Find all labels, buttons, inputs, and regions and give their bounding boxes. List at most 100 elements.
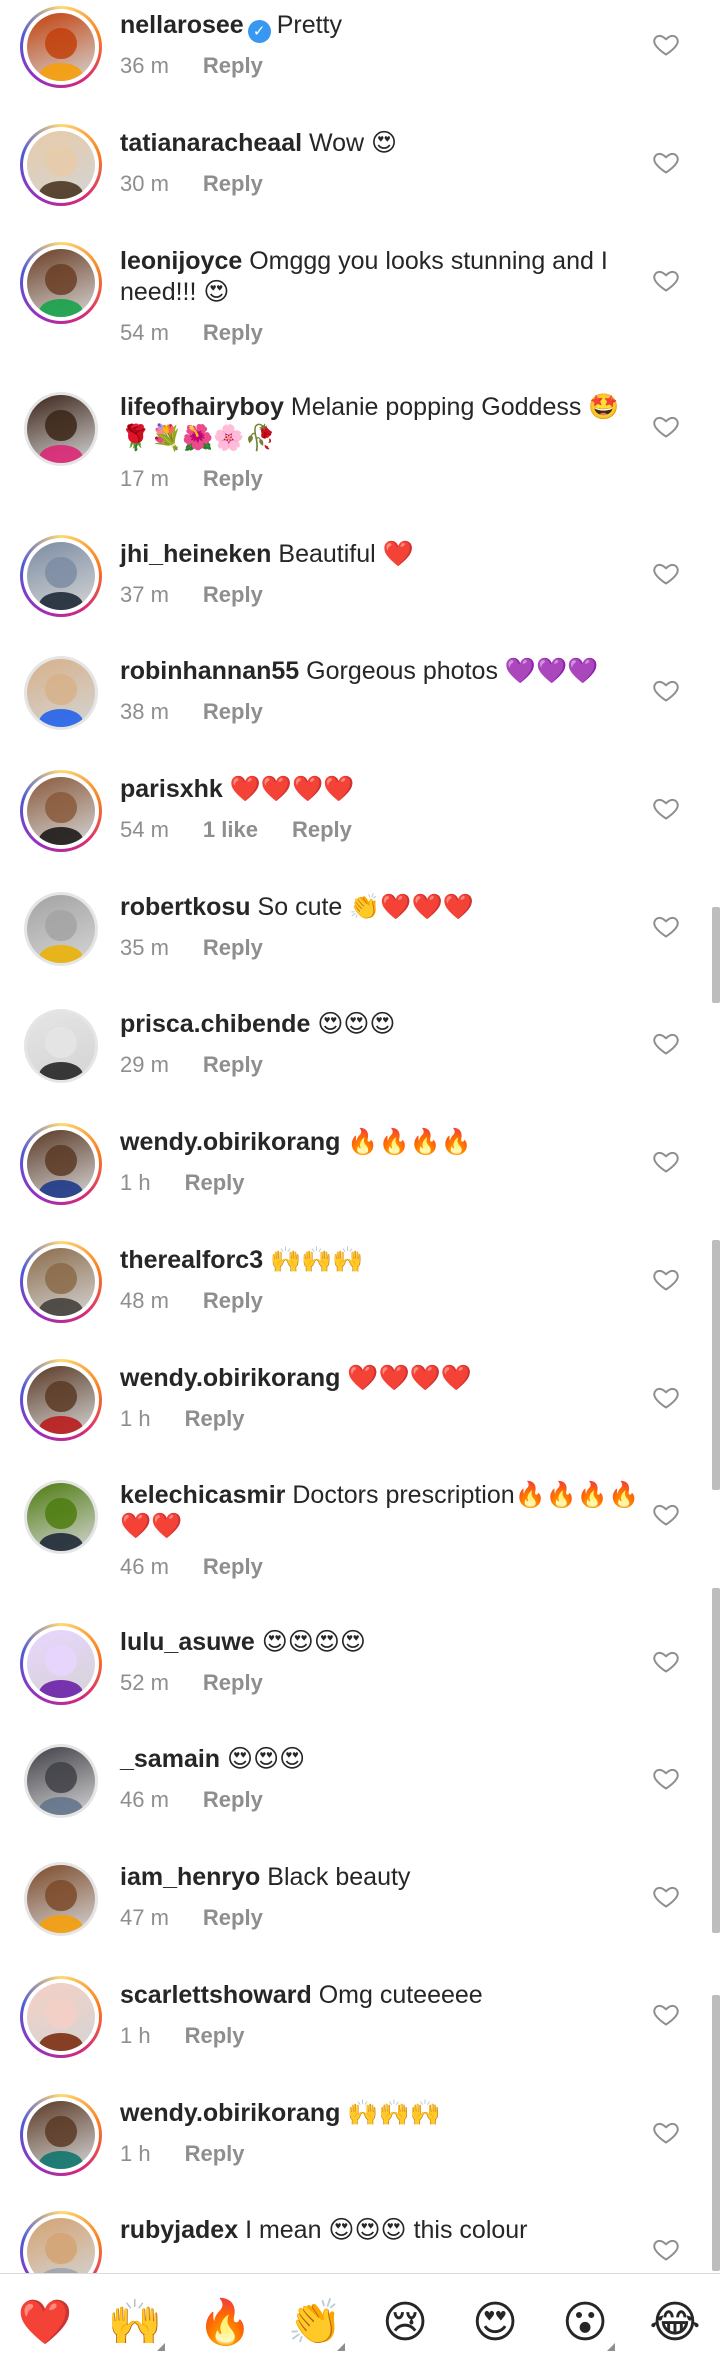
comment-like-count[interactable]: 1 like xyxy=(203,817,258,843)
reply-button[interactable]: Reply xyxy=(203,466,263,492)
reply-button[interactable]: Reply xyxy=(203,1288,263,1314)
like-heart-icon[interactable] xyxy=(652,1500,680,1528)
avatar[interactable] xyxy=(27,249,95,317)
like-heart-icon[interactable] xyxy=(652,1764,680,1792)
reply-button[interactable]: Reply xyxy=(203,1554,263,1580)
avatar-story-ring[interactable] xyxy=(20,1976,102,2058)
avatar[interactable] xyxy=(27,1630,95,1698)
reply-button[interactable]: Reply xyxy=(203,699,263,725)
avatar[interactable] xyxy=(27,895,95,963)
avatar-frame[interactable] xyxy=(20,1476,102,1558)
avatar-frame[interactable] xyxy=(20,652,102,734)
comment-username[interactable]: parisxhk xyxy=(120,775,223,803)
like-heart-icon[interactable] xyxy=(652,1882,680,1910)
like-heart-icon[interactable] xyxy=(652,1383,680,1411)
comment-username[interactable]: nellarosee xyxy=(120,11,244,39)
comment-username[interactable]: lifeofhairyboy xyxy=(120,393,284,421)
reply-button[interactable]: Reply xyxy=(185,2023,245,2049)
comment-username[interactable]: leonijoyce xyxy=(120,247,242,275)
comment-username[interactable]: jhi_heineken xyxy=(120,540,271,568)
comment-username[interactable]: therealforc3 xyxy=(120,1246,263,1274)
avatar-frame[interactable] xyxy=(20,388,102,470)
comment-username[interactable]: lulu_asuwe xyxy=(120,1628,255,1656)
reply-button[interactable]: Reply xyxy=(203,53,263,79)
comment-username[interactable]: kelechicasmir xyxy=(120,1481,285,1509)
like-heart-icon[interactable] xyxy=(652,1029,680,1057)
avatar-story-ring[interactable] xyxy=(20,1623,102,1705)
avatar[interactable] xyxy=(27,542,95,610)
reply-button[interactable]: Reply xyxy=(203,1905,263,1931)
reply-button[interactable]: Reply xyxy=(185,1170,245,1196)
comment-username[interactable]: iam_henryo xyxy=(120,1863,260,1891)
avatar-story-ring[interactable] xyxy=(20,535,102,617)
like-heart-icon[interactable] xyxy=(652,2000,680,2028)
avatar-story-ring[interactable] xyxy=(20,1241,102,1323)
avatar[interactable] xyxy=(27,13,95,81)
reply-button[interactable]: Reply xyxy=(203,935,263,961)
scrollbar-segment[interactable] xyxy=(712,1995,720,2271)
comment-username[interactable]: prisca.chibende xyxy=(120,1010,310,1038)
avatar-frame[interactable] xyxy=(20,1858,102,1940)
avatar-story-ring[interactable] xyxy=(20,242,102,324)
like-heart-icon[interactable] xyxy=(652,1147,680,1175)
reply-button[interactable]: Reply xyxy=(185,2141,245,2167)
reaction-crying-face-button[interactable]: 😢 xyxy=(375,2297,435,2349)
reply-button[interactable]: Reply xyxy=(203,1787,263,1813)
avatar[interactable] xyxy=(27,395,95,463)
like-heart-icon[interactable] xyxy=(652,794,680,822)
comment-username[interactable]: robertkosu xyxy=(120,893,251,921)
comment-username[interactable]: rubyjadex xyxy=(120,2216,238,2244)
like-heart-icon[interactable] xyxy=(652,30,680,58)
avatar[interactable] xyxy=(27,1130,95,1198)
avatar-story-ring[interactable] xyxy=(20,1359,102,1441)
comment-username[interactable]: tatianaracheaal xyxy=(120,129,302,157)
like-heart-icon[interactable] xyxy=(652,2235,680,2263)
avatar[interactable] xyxy=(27,2101,95,2169)
like-heart-icon[interactable] xyxy=(652,912,680,940)
avatar-frame[interactable] xyxy=(20,1740,102,1822)
comment-username[interactable]: robinhannan55 xyxy=(120,657,299,685)
like-heart-icon[interactable] xyxy=(652,1265,680,1293)
reaction-open-mouth-button[interactable]: 😮 xyxy=(555,2297,615,2351)
comment-username[interactable]: _samain xyxy=(120,1745,220,1773)
scrollbar-segment[interactable] xyxy=(712,1588,720,1933)
avatar-story-ring[interactable] xyxy=(20,1123,102,1205)
avatar-story-ring[interactable] xyxy=(20,6,102,88)
avatar[interactable] xyxy=(27,777,95,845)
avatar[interactable] xyxy=(27,131,95,199)
like-heart-icon[interactable] xyxy=(652,412,680,440)
avatar-story-ring[interactable] xyxy=(20,770,102,852)
avatar-story-ring[interactable] xyxy=(20,124,102,206)
avatar[interactable] xyxy=(27,1012,95,1080)
avatar[interactable] xyxy=(27,1747,95,1815)
reply-button[interactable]: Reply xyxy=(292,817,352,843)
avatar-frame[interactable] xyxy=(20,888,102,970)
reply-button[interactable]: Reply xyxy=(185,1406,245,1432)
like-heart-icon[interactable] xyxy=(652,148,680,176)
avatar[interactable] xyxy=(27,1865,95,1933)
reaction-fire-button[interactable]: 🔥 xyxy=(195,2297,255,2349)
avatar[interactable] xyxy=(27,1366,95,1434)
reply-button[interactable]: Reply xyxy=(203,1052,263,1078)
reaction-tears-of-joy-button[interactable]: 😂 xyxy=(645,2297,705,2349)
reaction-clapping-hands-button[interactable]: 👏 xyxy=(285,2297,345,2351)
reply-button[interactable]: Reply xyxy=(203,171,263,197)
avatar-story-ring[interactable] xyxy=(20,2094,102,2176)
scrollbar-segment[interactable] xyxy=(712,907,720,1003)
avatar[interactable] xyxy=(27,1248,95,1316)
reply-button[interactable]: Reply xyxy=(203,582,263,608)
reaction-heart-eyes-button[interactable]: 😍 xyxy=(465,2297,525,2349)
comment-username[interactable]: wendy.obirikorang xyxy=(120,2099,340,2127)
avatar-frame[interactable] xyxy=(20,1005,102,1087)
reply-button[interactable]: Reply xyxy=(203,1670,263,1696)
avatar[interactable] xyxy=(27,659,95,727)
avatar[interactable] xyxy=(27,1983,95,2051)
reaction-raising-hands-button[interactable]: 🙌 xyxy=(105,2297,165,2351)
reply-button[interactable]: Reply xyxy=(203,320,263,346)
like-heart-icon[interactable] xyxy=(652,1647,680,1675)
like-heart-icon[interactable] xyxy=(652,2118,680,2146)
comment-username[interactable]: wendy.obirikorang xyxy=(120,1364,340,1392)
like-heart-icon[interactable] xyxy=(652,559,680,587)
like-heart-icon[interactable] xyxy=(652,676,680,704)
comment-username[interactable]: wendy.obirikorang xyxy=(120,1128,340,1156)
